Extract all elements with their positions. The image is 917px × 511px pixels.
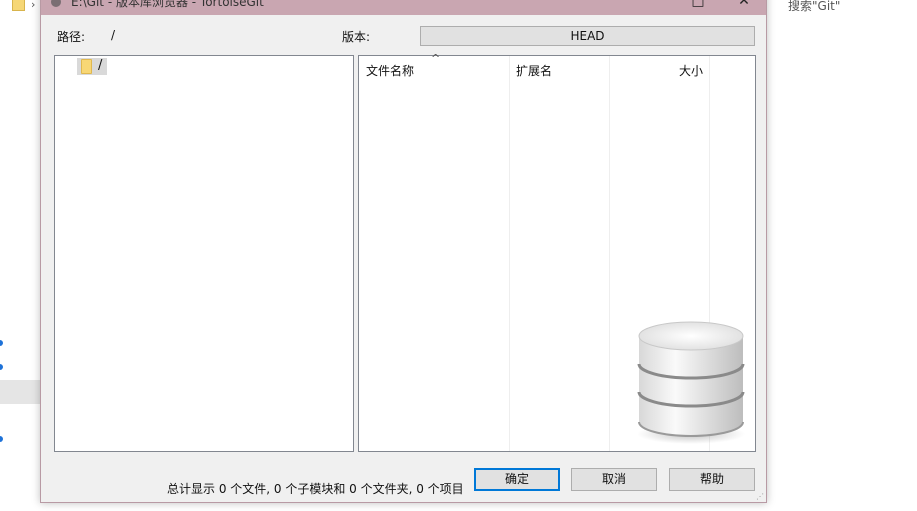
window-title: E:\Git - 版本库浏览器 - TortoiseGit	[71, 0, 264, 9]
nav-marker-icon	[0, 364, 3, 370]
column-divider[interactable]	[509, 56, 510, 451]
search-box-text[interactable]: 搜索"Git"	[788, 0, 840, 14]
repo-browser-dialog: E:\Git - 版本库浏览器 - TortoiseGit □ ✕ 路径: / …	[40, 0, 767, 503]
sort-ascending-icon: ^	[431, 52, 441, 65]
nav-marker-icon	[0, 436, 3, 442]
help-button[interactable]: 帮助	[669, 468, 755, 491]
revision-label: 版本:	[342, 30, 371, 44]
title-bar[interactable]: E:\Git - 版本库浏览器 - TortoiseGit □ ✕	[41, 0, 766, 15]
column-divider[interactable]	[609, 56, 610, 451]
folder-icon	[12, 0, 25, 11]
resize-grip-icon[interactable]: ⋰	[756, 492, 764, 501]
folder-icon	[81, 59, 92, 74]
file-list[interactable]: ^ 文件名称 扩展名 大小	[358, 52, 756, 452]
cancel-button[interactable]: 取消	[571, 468, 657, 491]
path-value: /	[111, 28, 116, 42]
revision-button[interactable]: HEAD	[420, 26, 755, 46]
database-watermark-icon	[637, 321, 745, 444]
chevron-right-icon: ›	[31, 0, 36, 11]
tortoisegit-icon	[51, 0, 61, 7]
close-button[interactable]: ✕	[729, 0, 759, 12]
folder-tree[interactable]: /	[54, 55, 354, 452]
path-label: 路径:	[57, 30, 86, 44]
ok-button[interactable]: 确定	[474, 468, 560, 491]
tree-item-label: /	[98, 58, 103, 73]
maximize-button[interactable]: □	[683, 0, 713, 12]
column-header-filename[interactable]: 文件名称	[366, 62, 414, 79]
nav-selected-item[interactable]	[0, 380, 40, 404]
tree-item-root[interactable]: /	[77, 58, 107, 75]
column-header-extension[interactable]: 扩展名	[516, 62, 552, 79]
nav-marker-icon	[0, 340, 3, 346]
column-header-size[interactable]: 大小	[679, 62, 703, 79]
status-summary: 总计显示 0 个文件, 0 个子模块和 0 个文件夹, 0 个项目	[167, 482, 464, 496]
